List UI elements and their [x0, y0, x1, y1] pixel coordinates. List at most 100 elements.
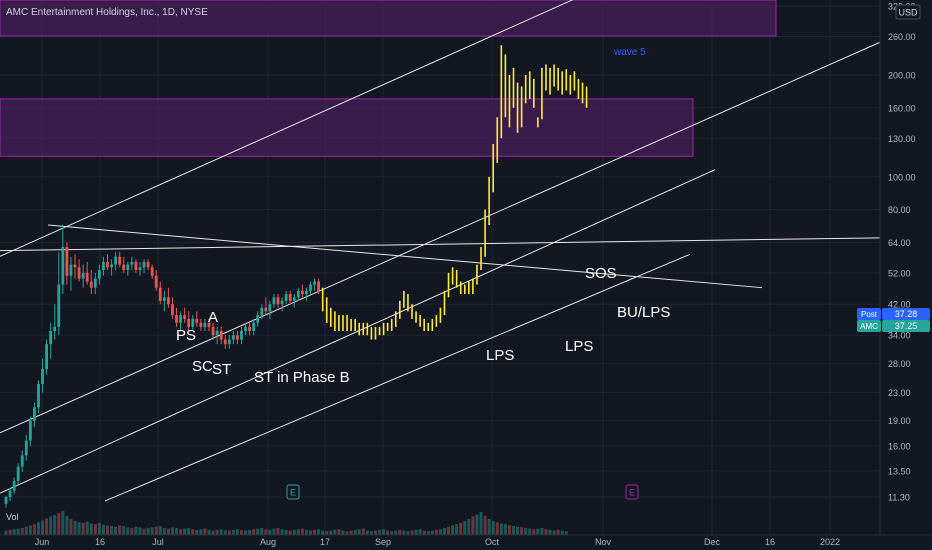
volume-bar	[118, 525, 122, 535]
volume-bar	[219, 529, 223, 535]
time-tick-label: Oct	[485, 537, 500, 547]
annotation-label: A	[208, 309, 218, 326]
candle-body	[309, 284, 312, 291]
candle-body	[93, 278, 97, 288]
candle-body	[300, 290, 304, 295]
volume-bar	[170, 527, 174, 535]
candle-body	[236, 335, 239, 340]
volume-bar	[455, 524, 459, 535]
volume-bar	[333, 529, 337, 535]
volume-bar	[495, 522, 499, 535]
volume-bar	[487, 519, 491, 535]
volume-bar	[158, 526, 162, 535]
supply-zone-lower	[0, 98, 694, 157]
volume-bar	[491, 520, 495, 535]
volume-bar	[260, 527, 264, 535]
annotation-label: ST in Phase B	[254, 369, 350, 386]
volume-bar	[268, 529, 272, 535]
volume-bar	[142, 528, 146, 535]
volume-bar	[414, 529, 418, 535]
candle-body	[183, 315, 187, 319]
candle-body	[126, 264, 130, 271]
candle-body	[280, 300, 284, 305]
candle-body	[150, 267, 154, 276]
candle-body	[264, 307, 268, 312]
volume-bar	[49, 516, 53, 535]
price-chart[interactable]: wave 5 PS A SC ST ST in Phase B LPS LPS SOS BU/LP…	[0, 0, 932, 550]
volume-bar	[296, 529, 300, 535]
volume-bar	[516, 526, 520, 535]
volume-bar	[536, 528, 540, 535]
candle-body	[175, 315, 178, 323]
volume-bar	[471, 516, 475, 535]
candle-body	[53, 326, 57, 331]
candle-body	[57, 284, 61, 327]
price-tick-label: 34.00	[888, 331, 911, 341]
volume-bar	[183, 528, 187, 535]
volume-bar	[499, 523, 503, 535]
volume-bar	[130, 527, 134, 535]
candle-body	[179, 315, 182, 323]
chart-title: AMC Entertainment Holdings, Inc., 1D, NY…	[6, 7, 208, 18]
volume-bar	[528, 528, 532, 535]
volume-bar	[179, 529, 183, 535]
volume-bar	[548, 529, 552, 535]
candle-body	[81, 272, 85, 279]
candle-body	[195, 318, 199, 323]
volume-bar	[101, 524, 105, 535]
candle-body	[138, 267, 142, 271]
candle-body	[219, 330, 223, 340]
candle-body	[260, 307, 264, 316]
earnings-marker-label: E	[629, 488, 635, 498]
volume-bar	[150, 527, 154, 535]
price-pill-post: Post 37.28	[857, 308, 930, 320]
time-tick-label: Sep	[375, 537, 391, 547]
volume-bar	[146, 527, 150, 535]
earnings-marker[interactable]: E	[286, 484, 300, 500]
volume-bar	[467, 519, 471, 535]
volume-bar	[106, 525, 109, 535]
volume-bar	[252, 529, 256, 535]
annotation-label: LPS	[565, 338, 593, 355]
volume-bar	[422, 530, 426, 535]
candle-body	[122, 264, 126, 271]
volume-bar	[223, 530, 227, 535]
volume-bar	[475, 514, 479, 535]
time-tick-label: 17	[320, 537, 330, 547]
candle-body	[73, 264, 77, 268]
candle-body	[191, 318, 195, 327]
volume-bar	[187, 527, 191, 535]
earnings-marker[interactable]: E	[625, 484, 639, 500]
candle-body	[256, 315, 260, 323]
currency-button[interactable]: USD	[895, 4, 921, 20]
price-tick-label: 260.00	[888, 32, 916, 42]
volume-bar	[378, 529, 382, 535]
volume-bar	[41, 520, 45, 535]
chart-stage: wave 5 PS A SC ST ST in Phase B LPS LPS SOS BU/LP…	[0, 0, 932, 550]
volume-bar	[398, 529, 402, 535]
volume-bar	[438, 529, 442, 535]
candle-body	[49, 330, 53, 345]
volume-bar	[373, 530, 377, 535]
candle-body	[199, 322, 203, 327]
volume-bar	[382, 529, 386, 535]
candle-body	[203, 322, 207, 327]
candle-body	[65, 247, 69, 276]
volume-bar	[32, 524, 36, 535]
volume-bar	[126, 527, 130, 535]
volume-bar	[325, 531, 329, 535]
candle-body	[4, 497, 8, 504]
volume-bar	[154, 526, 158, 535]
candle-body	[102, 261, 105, 271]
candle-body	[106, 261, 109, 268]
volume-bar	[264, 529, 268, 535]
volume-bar	[479, 511, 483, 535]
volume-bar	[65, 515, 69, 535]
candle-body	[33, 407, 36, 421]
candle-body	[240, 330, 243, 340]
annotation-label: SC	[192, 358, 213, 375]
candle-body	[313, 281, 316, 285]
candle-body	[41, 369, 44, 384]
time-tick-label: Jul	[152, 537, 164, 547]
volume-bar	[540, 527, 544, 535]
